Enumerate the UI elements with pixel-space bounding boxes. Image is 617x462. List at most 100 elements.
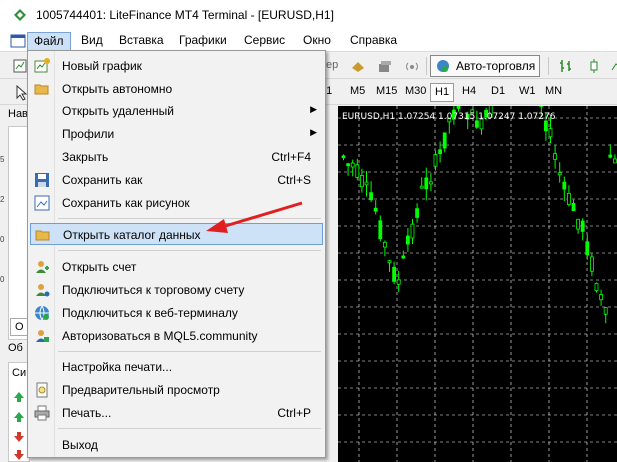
save-picture-icon bbox=[34, 195, 50, 211]
timeframe-w1[interactable]: W1 bbox=[515, 83, 540, 102]
menu-item-label: Настройка печати... bbox=[62, 360, 173, 374]
down-arrow-icon bbox=[14, 432, 24, 442]
menu-print-setup[interactable]: Настройка печати... bbox=[30, 356, 323, 378]
bar-chart-icon[interactable] bbox=[556, 56, 576, 76]
auto-trading-button[interactable]: Авто-торговля bbox=[430, 55, 540, 77]
line-chart-icon[interactable] bbox=[606, 56, 617, 76]
menu-open-data-folder[interactable]: Открыть каталог данных bbox=[30, 223, 323, 245]
down-arrow-icon bbox=[14, 450, 24, 460]
menu-separator bbox=[58, 250, 321, 251]
print-preview-icon bbox=[36, 382, 48, 398]
timeframe-d1[interactable]: D1 bbox=[487, 83, 509, 102]
menu-shortcut: Ctrl+F4 bbox=[271, 150, 311, 164]
up-arrow-icon bbox=[14, 392, 24, 402]
menu-save-as-picture[interactable]: Сохранить как рисунок bbox=[30, 192, 323, 214]
menu-item-label: Новый график bbox=[62, 59, 142, 73]
menu-open-offline[interactable]: Открыть автономно bbox=[30, 78, 323, 100]
timeframe-m5[interactable]: M5 bbox=[346, 83, 369, 102]
candle-body bbox=[580, 220, 585, 232]
candle-body bbox=[355, 164, 360, 178]
candle-body bbox=[429, 181, 433, 185]
candle-body bbox=[406, 235, 410, 245]
timeframe-h4[interactable]: H4 bbox=[458, 83, 480, 102]
menu-item-label: Профили bbox=[62, 127, 115, 141]
menu-shortcut: Ctrl+P bbox=[277, 406, 311, 420]
submenu-arrow-icon: ▶ bbox=[310, 104, 317, 114]
menu-insert[interactable]: Вставка bbox=[113, 32, 170, 51]
candle-body bbox=[566, 192, 571, 205]
candle-body bbox=[612, 158, 617, 164]
menu-item-label: Печать... bbox=[62, 406, 112, 420]
expert-icon[interactable] bbox=[348, 56, 368, 76]
menu-help[interactable]: Справка bbox=[344, 32, 403, 51]
menu-exit[interactable]: Выход bbox=[30, 434, 323, 456]
candle-body bbox=[543, 120, 548, 132]
menu-item-label: Открыть каталог данных bbox=[63, 228, 201, 242]
menu-login-mql5[interactable]: Авторизоваться в MQL5.community bbox=[30, 325, 323, 347]
candle-body bbox=[456, 106, 461, 109]
menu-login-trade-account[interactable]: Подключиться к торговому счету bbox=[30, 279, 323, 301]
candle-body bbox=[401, 255, 406, 259]
timeframe-mn[interactable]: MN bbox=[541, 83, 566, 102]
save-icon bbox=[35, 173, 49, 187]
web-terminal-icon bbox=[35, 305, 49, 321]
candle-body bbox=[553, 153, 558, 160]
menu-item-label: Авторизоваться в MQL5.community bbox=[62, 329, 258, 343]
login-account-icon bbox=[36, 284, 50, 297]
timeframe-m30[interactable]: M30 bbox=[401, 83, 430, 102]
menu-file[interactable]: Файл bbox=[27, 32, 71, 51]
menu-new-chart[interactable]: Новый график bbox=[30, 55, 323, 77]
menu-open-account[interactable]: Открыть счет bbox=[30, 256, 323, 278]
menu-view[interactable]: Вид bbox=[75, 32, 109, 51]
auto-trading-label: Авто-торговля bbox=[456, 59, 536, 73]
candle-body bbox=[585, 241, 590, 256]
menu-item-label: Открыть удаленный bbox=[62, 104, 174, 118]
menu-bar: Файл Вид Вставка Графики Сервис Окно Спр… bbox=[0, 30, 617, 52]
menu-close[interactable]: Закрыть Ctrl+F4 bbox=[30, 146, 323, 168]
menu-profiles[interactable]: Профили ▶ bbox=[30, 123, 323, 145]
menu-item-label: Закрыть bbox=[62, 150, 109, 164]
candle-body bbox=[548, 128, 553, 138]
print-icon bbox=[34, 405, 50, 421]
candle-body bbox=[562, 181, 567, 190]
timeframe-h1[interactable]: H1 bbox=[430, 83, 455, 102]
candle-body bbox=[603, 307, 608, 315]
menu-tools[interactable]: Сервис bbox=[238, 32, 291, 51]
price-chart[interactable]: EURUSD,H1 1.07254 1.07315 1.07247 1.0727… bbox=[338, 106, 617, 462]
candle-body bbox=[571, 203, 576, 212]
menu-item-label: Подключиться к веб-терминалу bbox=[62, 306, 238, 320]
timeframe-m15[interactable]: M15 bbox=[372, 83, 401, 102]
candle-body bbox=[387, 260, 392, 264]
file-menu-dropdown: Новый график Открыть автономно Открыть у… bbox=[27, 50, 326, 458]
menu-print[interactable]: Печать... Ctrl+P bbox=[30, 402, 323, 424]
auto-trading-icon bbox=[437, 60, 449, 72]
panel-scale: 5 2 0 0 bbox=[0, 155, 8, 305]
candlestick-chart-icon[interactable] bbox=[584, 56, 604, 76]
menu-print-preview[interactable]: Предварительный просмотр bbox=[30, 379, 323, 401]
market-watch-column: Си bbox=[12, 367, 27, 379]
candle-body bbox=[359, 175, 364, 188]
candle-body bbox=[392, 266, 396, 282]
scale-mark: 0 bbox=[0, 275, 5, 284]
new-chart-icon bbox=[34, 58, 50, 73]
candle-body bbox=[599, 294, 604, 301]
up-arrow-icon bbox=[14, 412, 24, 422]
candle-body bbox=[438, 149, 442, 155]
menu-item-label: Сохранить как bbox=[62, 173, 143, 187]
menu-save-as[interactable]: Сохранить как Ctrl+S bbox=[30, 169, 323, 191]
menu-connect-web-terminal[interactable]: Подключиться к веб-терминалу bbox=[30, 302, 323, 324]
scale-mark: 2 bbox=[0, 195, 5, 204]
menu-separator bbox=[58, 218, 321, 219]
signals-icon[interactable] bbox=[402, 56, 422, 76]
candle-body bbox=[415, 208, 419, 218]
menu-open-remote[interactable]: Открыть удаленный ▶ bbox=[30, 100, 323, 122]
candle-body bbox=[350, 162, 355, 168]
market-watch-header: Об bbox=[8, 342, 23, 354]
menu-charts[interactable]: Графики bbox=[173, 32, 233, 51]
menu-item-label: Подключиться к торговому счету bbox=[62, 283, 245, 297]
candle-body bbox=[373, 207, 378, 212]
market-watch-icon[interactable] bbox=[375, 56, 395, 76]
chart-window-icon[interactable] bbox=[10, 33, 26, 49]
menu-window[interactable]: Окно bbox=[297, 32, 337, 51]
candle-body bbox=[364, 181, 369, 186]
